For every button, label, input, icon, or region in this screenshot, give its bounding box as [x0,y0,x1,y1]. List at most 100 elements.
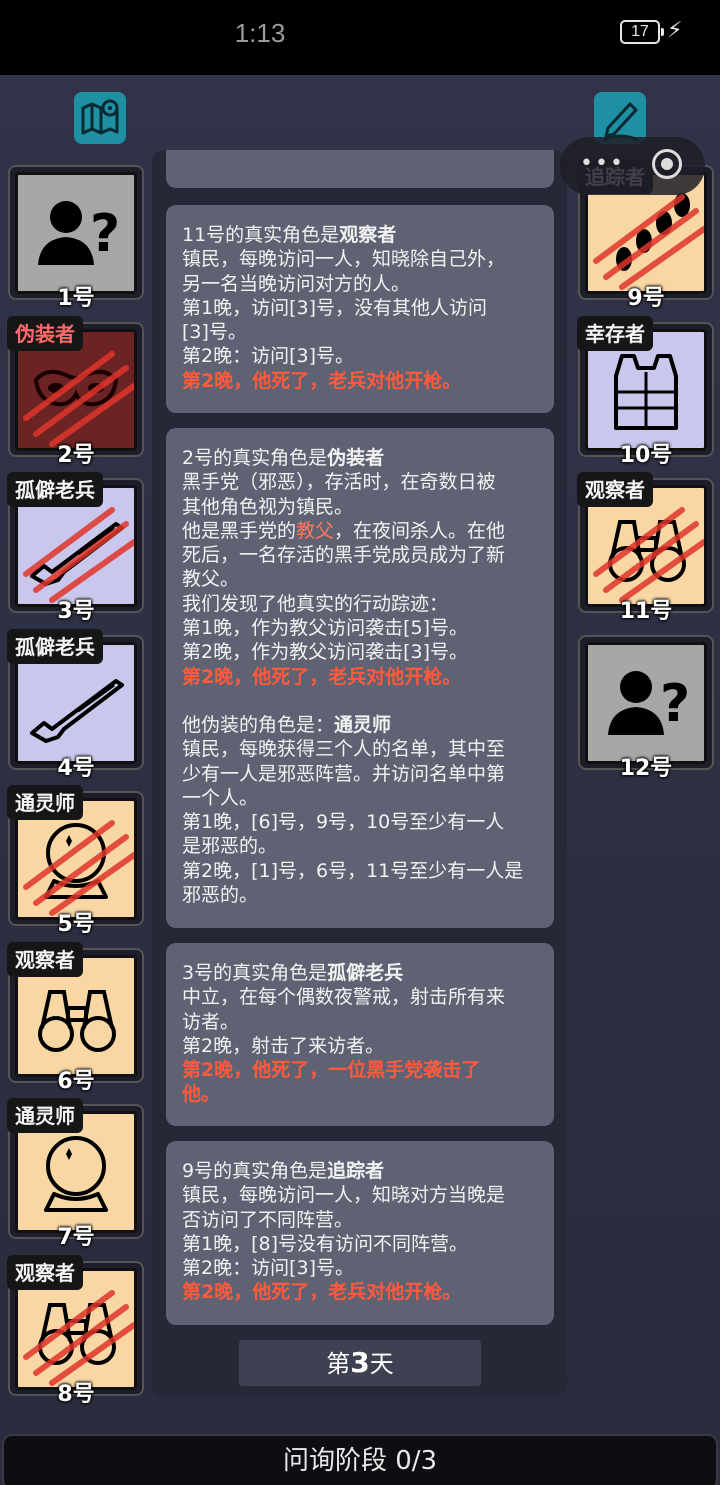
player-number: 4号 [57,756,95,781]
player-number: 1号 [57,286,95,311]
player-card[interactable]: ? 12号 [578,635,714,781]
death-text: 第2晚，他死了，一位黑手党袭击了 [182,1059,481,1082]
player-number: 12号 [619,756,673,781]
day-number: 3 [350,1346,370,1379]
svg-text:?: ? [660,674,690,734]
player-number: 2号 [57,443,95,468]
map-icon[interactable] [74,92,126,144]
log-text: 是邪恶的。 [182,835,278,858]
log-text: ，在夜间杀人。在他 [334,519,506,542]
log-text: [3]号。 [182,321,247,344]
role-highlight: 教父 [296,519,335,542]
death-text: 第2晚，他死了，老兵对他开枪。 [182,1281,462,1304]
log-text: 一个人。 [182,786,259,809]
role-tag: 通灵师 [7,1098,83,1133]
role-tag: 观察者 [577,472,653,507]
player-portrait: ? [15,172,137,294]
log-text: 镇民，每晚获得三个人的名单，其中至 [182,738,506,761]
battery-icon: 17 [620,20,660,44]
log-text: 黑手党（邪恶），存活时，在奇数日被 [182,471,496,494]
log-text: 第2晚，作为教父访问袭击[3]号。 [182,641,469,664]
log-text: 第2晚：访问[3]号。 [182,345,355,368]
log-text: 教父。 [182,568,240,591]
log-text: 第1晚，[6]号，9号，10号至少有一人 [182,811,505,834]
player-card[interactable]: 通灵师 5号 [7,785,144,937]
log-text: 第1晚，作为教父访问袭击[5]号。 [182,617,469,640]
log-text: 访者。 [182,1010,240,1033]
role-tag: 孤僻老兵 [7,629,103,664]
log-text: 11号的真实角色是 [182,224,340,246]
role-name: 观察者 [339,224,397,246]
log-text: 9号的真实角色是 [182,1160,328,1182]
player-card[interactable]: 幸存者 10号 [577,316,714,468]
role-tag: 孤僻老兵 [7,472,103,507]
player-card[interactable]: 伪装者 2号 [7,316,144,468]
log-entry-3: 3号的真实角色是孤僻老兵 中立，在每个偶数夜警戒，射击所有来 访者。 第2晚，射… [166,943,554,1126]
role-tag: 通灵师 [7,785,83,820]
log-text: 死后，一名存活的黑手党成员成为了新 [182,544,506,567]
player-portrait: ? [585,642,707,764]
player-number: 11号 [619,599,673,624]
log-text: 另一名当晚访问对方的人。 [182,272,411,295]
role-tag: 幸存者 [577,316,653,351]
more-icon[interactable]: ••• [580,151,625,176]
log-text: 邪恶的。 [182,884,259,907]
log-text: 其他角色视为镇民。 [182,495,354,518]
role-tag: 观察者 [7,1255,83,1290]
previous-entry-edge [166,150,554,188]
mini-program-capsule[interactable]: ••• [560,137,705,195]
day-indicator[interactable]: 第3天 [239,1340,481,1386]
log-entry-2: 2号的真实角色是伪装者 黑手党（邪恶），存活时，在奇数日被 其他角色视为镇民。 … [166,428,554,928]
log-text: 第1晚，访问[3]号，没有其他人访问 [182,296,488,319]
player-number: 6号 [57,1069,95,1094]
player-number: 10号 [619,443,673,468]
role-name: 伪装者 [327,447,385,469]
player-number: 5号 [57,912,95,937]
player-number: 3号 [57,599,95,624]
role-name: 追踪者 [327,1160,385,1182]
player-card[interactable]: 孤僻老兵 3号 [7,472,144,624]
log-text: 他伪装的角色是： [182,713,335,736]
charging-icon: ⚡ [667,18,683,43]
close-capsule-icon[interactable] [652,149,682,179]
day-prefix: 第 [326,1350,351,1378]
death-text: 他。 [182,1083,221,1106]
player-number: 7号 [57,1225,95,1250]
log-text: 第2晚，射击了来访者。 [182,1034,385,1057]
player-card[interactable]: 观察者 11号 [577,472,714,624]
player-card[interactable]: ? 1号 [8,165,144,311]
player-card[interactable]: 观察者 8号 [7,1255,144,1407]
phase-label: 问询阶段 0/3 [282,1446,438,1476]
log-text: 我们发现了他真实的行动踪迹： [182,592,449,615]
role-name: 通灵师 [334,713,392,736]
battery-tip [661,28,664,36]
log-text: 他是黑手党的 [182,519,297,542]
player-number: 8号 [57,1382,95,1407]
unknown-person-icon: ? [38,201,120,265]
death-text: 第2晚，他死了，老兵对他开枪。 [182,665,462,688]
clock: 1:13 [234,18,286,48]
log-text: 中立，在每个偶数夜警戒，射击所有来 [182,986,506,1009]
log-text: 第2晚：访问[3]号。 [182,1257,355,1280]
death-text: 第2晚，他死了，老兵对他开枪。 [182,369,462,392]
day-suffix: 天 [369,1350,394,1378]
log-text: 否访问了不同阵营。 [182,1208,354,1231]
log-entry-9: 9号的真实角色是追踪者 镇民，每晚访问一人，知晓对方当晚是 否访问了不同阵营。 … [166,1141,554,1325]
log-entry-11: 11号的真实角色是观察者 镇民，每晚访问一人，知晓除自己外， 另一名当晚访问对方… [166,205,554,413]
player-card[interactable]: 观察者 6号 [7,942,144,1094]
unknown-person-icon: ? [608,671,690,735]
log-text: 第2晚，[1]号，6号，11号至少有一人是 [182,859,524,882]
svg-text:?: ? [90,204,120,264]
log-text: 镇民，每晚访问一人，知晓除自己外， [182,248,506,271]
player-card[interactable]: 孤僻老兵 4号 [7,629,144,781]
phase-bar[interactable]: 问询阶段 0/3 [2,1434,718,1485]
status-bar: 1:13 17 ⚡ [0,0,720,75]
log-text: 少有一人是邪恶阵营。并访问名单中第 [182,762,506,785]
log-text: 3号的真实角色是 [182,962,328,984]
log-text: 镇民，每晚访问一人，知晓对方当晚是 [182,1184,506,1207]
role-tag: 观察者 [7,942,83,977]
player-card[interactable]: 通灵师 7号 [7,1098,144,1250]
role-name: 孤僻老兵 [327,962,404,984]
player-number: 9号 [627,286,665,311]
role-tag: 伪装者 [7,316,83,351]
